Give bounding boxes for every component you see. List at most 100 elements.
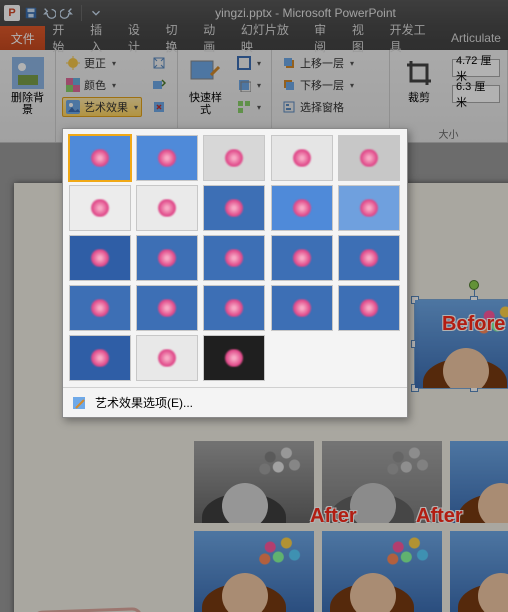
change-picture-button[interactable]: [148, 75, 170, 95]
rotate-handle[interactable]: [469, 280, 479, 290]
gallery-thumb-paint-brush[interactable]: [203, 185, 265, 231]
picture-border-button[interactable]: ▾: [233, 53, 265, 73]
after-caption-1: After: [310, 505, 357, 528]
redo-icon[interactable]: [60, 6, 74, 20]
gallery-thumb-paint-strokes[interactable]: [136, 185, 198, 231]
qat-dropdown-icon[interactable]: [89, 6, 103, 20]
gallery-thumb-pastels[interactable]: [203, 285, 265, 331]
tab-developer[interactable]: 开发工具: [383, 26, 444, 50]
corrections-label: 更正: [84, 55, 106, 71]
tab-design[interactable]: 设计: [121, 26, 159, 50]
gallery-thumb-chalk[interactable]: [69, 185, 131, 231]
undo-icon[interactable]: [42, 6, 56, 20]
after-photo: [194, 531, 314, 612]
picture-layout-button[interactable]: ▾: [233, 97, 265, 117]
after-photo: [194, 441, 314, 523]
gallery-thumb-line-drawing[interactable]: [338, 135, 400, 181]
artistic-label: 艺术效果: [84, 99, 128, 115]
group-background: 删除背景: [0, 50, 56, 142]
change-picture-icon: [152, 78, 166, 92]
gallery-thumb-glass[interactable]: [271, 235, 333, 281]
crop-label: 裁剪: [408, 92, 430, 104]
remove-bg-icon: [12, 57, 44, 89]
watermark-stamp: [32, 607, 146, 612]
gallery-thumb-texturizer[interactable]: [69, 285, 131, 331]
tab-home[interactable]: 开始: [45, 26, 83, 50]
app-icon[interactable]: P: [4, 5, 20, 21]
after-caption-2: After: [416, 505, 463, 528]
quick-styles-label: 快速样式: [184, 92, 227, 116]
artistic-icon: [66, 100, 80, 114]
quick-styles-icon: [189, 57, 221, 89]
height-value: 4.72 厘米: [452, 59, 500, 77]
gallery-thumb-cutout[interactable]: [338, 285, 400, 331]
artistic-effects-button[interactable]: 艺术效果▾: [62, 97, 142, 117]
gallery-thumb-pencil-sketch[interactable]: [271, 135, 333, 181]
ribbon-tabs: 文件 开始 插入 设计 切换 动画 幻灯片放映 审阅 视图 开发工具 Artic…: [0, 26, 508, 50]
picture-effects-button[interactable]: ▾: [233, 75, 265, 95]
width-box[interactable]: 6.3 厘米: [448, 85, 500, 103]
tab-insert[interactable]: 插入: [83, 26, 121, 50]
gallery-thumb-mosaic[interactable]: [203, 335, 265, 381]
color-icon: [66, 78, 80, 92]
artistic-effects-gallery: 艺术效果选项(E)...: [62, 128, 408, 418]
gallery-thumb-none[interactable]: [69, 135, 131, 181]
effects-icon: [237, 78, 251, 92]
crop-icon: [403, 57, 435, 89]
options-icon: [71, 395, 87, 411]
gallery-options-label: 艺术效果选项(E)...: [95, 394, 193, 411]
crop-button[interactable]: 裁剪: [396, 53, 442, 104]
gallery-thumbs: [63, 129, 407, 387]
gallery-thumb-blur[interactable]: [338, 185, 400, 231]
remove-background-button[interactable]: 删除背景: [6, 53, 49, 116]
tab-slideshow[interactable]: 幻灯片放映: [234, 26, 307, 50]
gallery-thumb-plastic-wrap[interactable]: [271, 285, 333, 331]
selection-pane-icon: [282, 100, 296, 114]
border-icon: [237, 56, 251, 70]
gallery-thumb-cement[interactable]: [338, 235, 400, 281]
gallery-thumb-pencil-gray[interactable]: [203, 135, 265, 181]
before-caption: Before: [442, 313, 505, 336]
corrections-button[interactable]: 更正▾: [62, 53, 142, 73]
reset-icon: [152, 100, 166, 114]
send-backward-label: 下移一层: [300, 77, 344, 93]
gallery-thumb-crisscross[interactable]: [136, 285, 198, 331]
bring-forward-button[interactable]: 上移一层▾: [278, 53, 383, 73]
bring-forward-label: 上移一层: [300, 55, 344, 71]
after-photo: [322, 531, 442, 612]
corrections-icon: [66, 56, 80, 70]
file-tab[interactable]: 文件: [0, 26, 45, 50]
group-size-label: 大小: [396, 125, 501, 142]
compress-pictures-button[interactable]: [148, 53, 170, 73]
reset-picture-button[interactable]: [148, 97, 170, 117]
bring-forward-icon: [282, 56, 296, 70]
tab-transitions[interactable]: 切换: [159, 26, 197, 50]
tab-articulate[interactable]: Articulate: [444, 26, 508, 50]
tab-review[interactable]: 审阅: [307, 26, 345, 50]
color-button[interactable]: 颜色▾: [62, 75, 142, 95]
window-title: yingzi.pptx - Microsoft PowerPoint: [103, 6, 508, 20]
gallery-thumb-marker[interactable]: [136, 135, 198, 181]
layout-icon: [237, 100, 251, 114]
gallery-thumb-glow-edges[interactable]: [136, 335, 198, 381]
remove-bg-label: 删除背景: [6, 92, 49, 116]
after-photo: [450, 531, 508, 612]
gallery-thumb-light-screen[interactable]: [69, 235, 131, 281]
save-icon[interactable]: [24, 6, 38, 20]
gallery-options-row[interactable]: 艺术效果选项(E)...: [63, 387, 407, 417]
gallery-thumb-photocopy[interactable]: [69, 335, 131, 381]
gallery-thumb-watercolor[interactable]: [136, 235, 198, 281]
selection-pane-button[interactable]: 选择窗格: [278, 97, 383, 117]
tab-animations[interactable]: 动画: [196, 26, 234, 50]
tab-view[interactable]: 视图: [345, 26, 383, 50]
gallery-thumb-glow-diffused[interactable]: [271, 185, 333, 231]
compress-icon: [152, 56, 166, 70]
send-backward-button[interactable]: 下移一层▾: [278, 75, 383, 95]
selection-pane-label: 选择窗格: [300, 99, 344, 115]
quick-styles-button[interactable]: 快速样式: [184, 53, 227, 116]
send-backward-icon: [282, 78, 296, 92]
width-value: 6.3 厘米: [452, 85, 500, 103]
color-label: 颜色: [84, 77, 106, 93]
height-box[interactable]: 4.72 厘米: [448, 59, 500, 77]
gallery-thumb-film-grain[interactable]: [203, 235, 265, 281]
